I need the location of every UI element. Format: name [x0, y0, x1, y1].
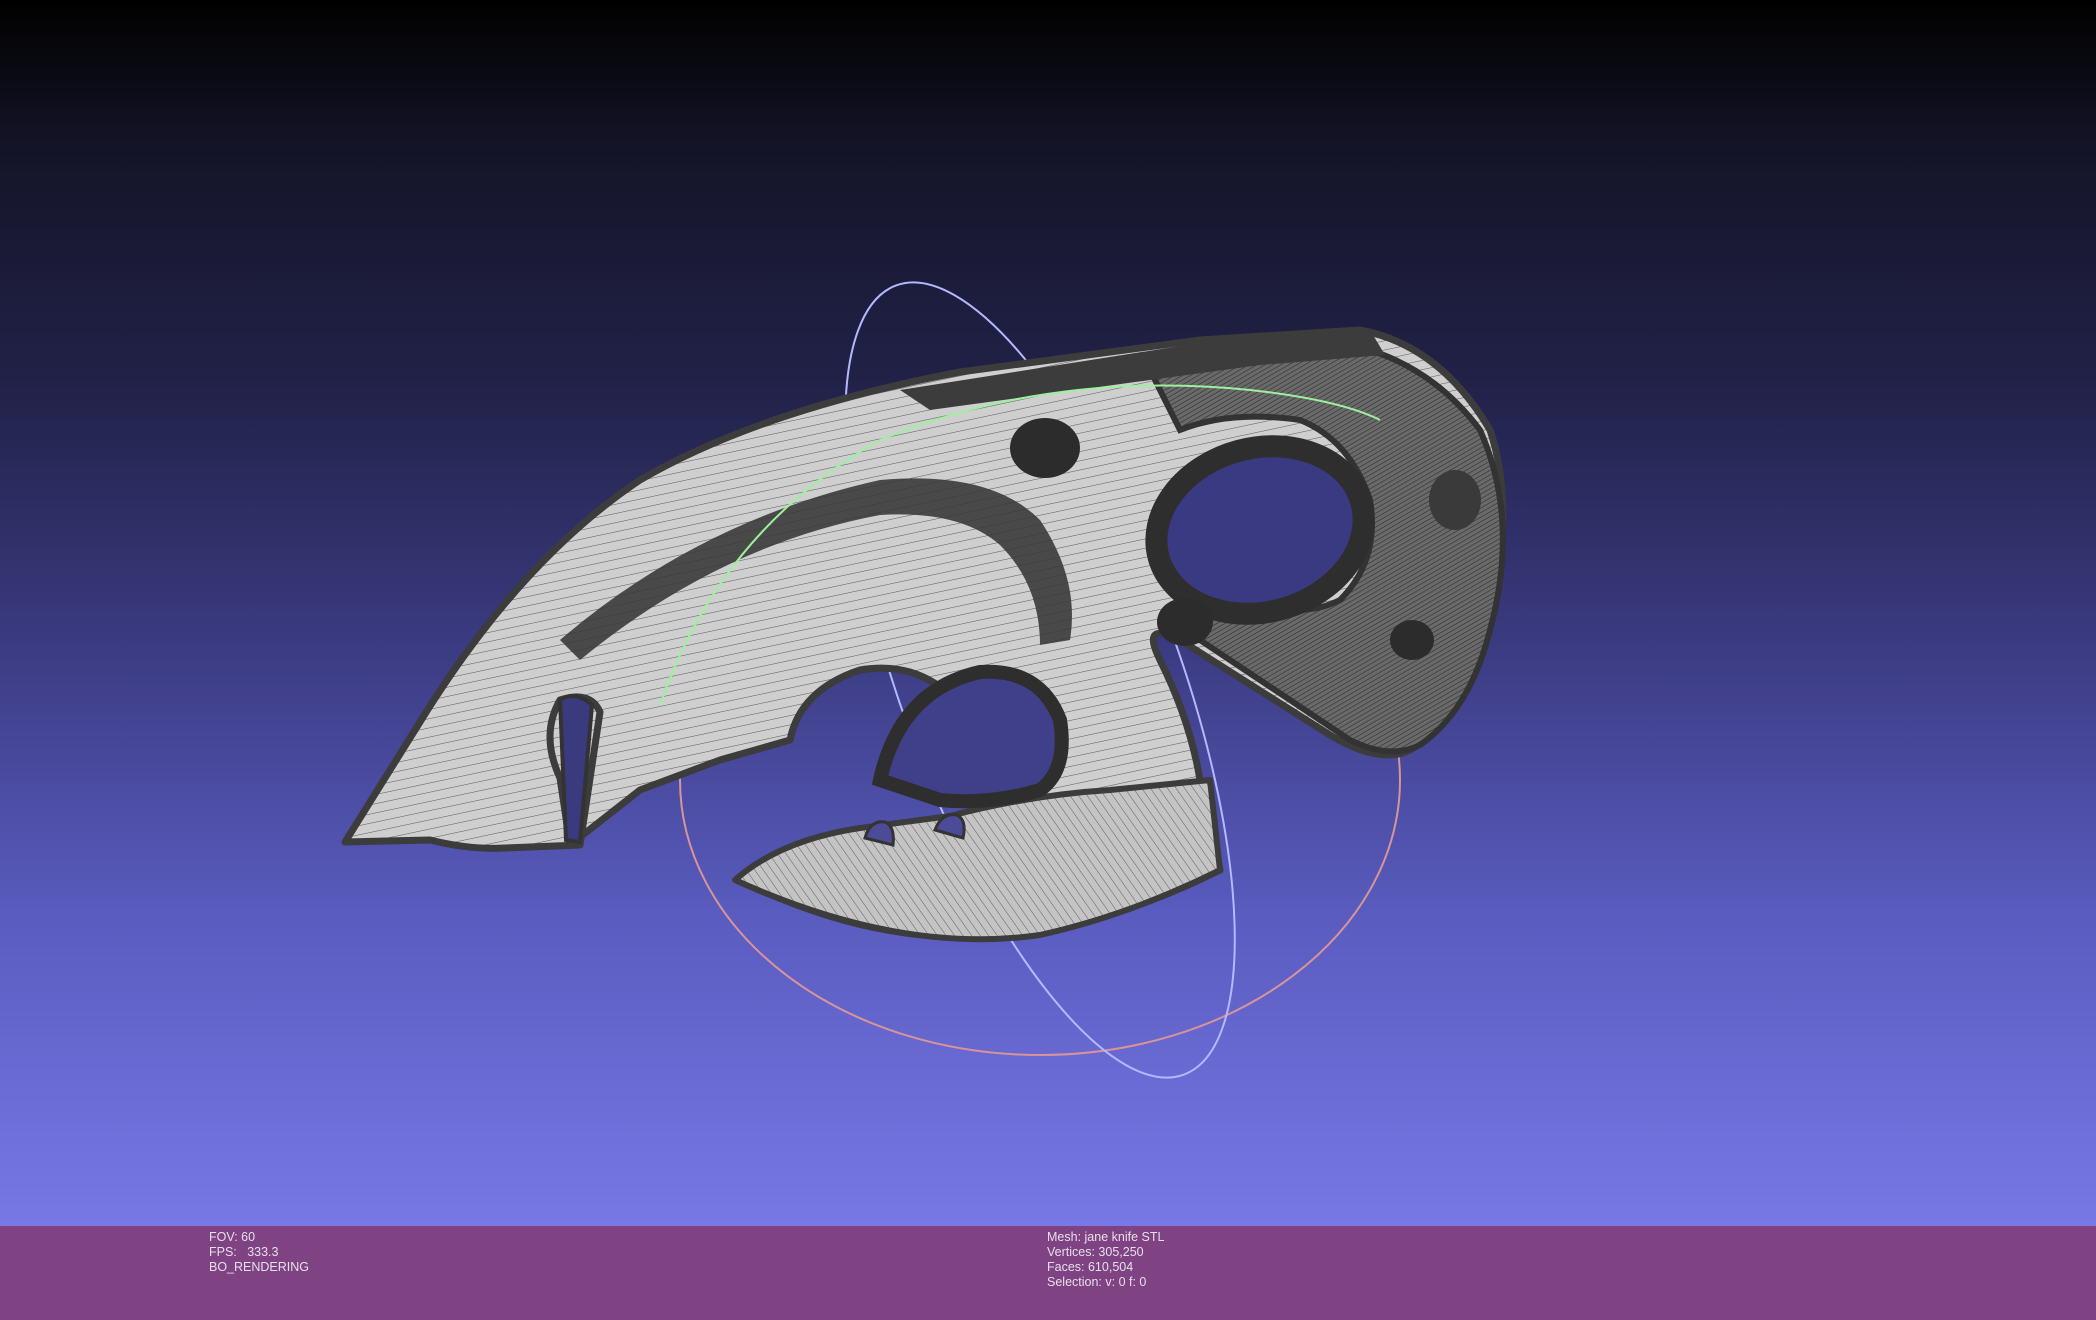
render-mode-label: BO_RENDERING: [209, 1260, 310, 1274]
selection-label: Selection: v: 0 f: 0: [1047, 1275, 1147, 1289]
status-bar: FOV: 60 FPS: 333.3 BO_RENDERING Mesh: ja…: [0, 1226, 2096, 1320]
face-count-label: Faces: 610,504: [1047, 1260, 1134, 1274]
render-info: FOV: 60 FPS: 333.3 BO_RENDERING: [209, 1230, 309, 1275]
fov-label: FOV: 60: [209, 1230, 256, 1244]
mesh-render[interactable]: [0, 0, 2096, 1226]
mesh-info: Mesh: jane knife STL Vertices: 305,250 F…: [1047, 1230, 1164, 1290]
mesh-name-label: Mesh: jane knife STL: [1047, 1230, 1165, 1244]
3d-viewport[interactable]: [0, 0, 2096, 1226]
knife-finger-hole-lower: [871, 664, 1069, 809]
knife-mesh: [341, 326, 1507, 943]
vertex-count-label: Vertices: 305,250: [1047, 1245, 1144, 1259]
fps-label: FPS: 333.3: [209, 1245, 279, 1259]
